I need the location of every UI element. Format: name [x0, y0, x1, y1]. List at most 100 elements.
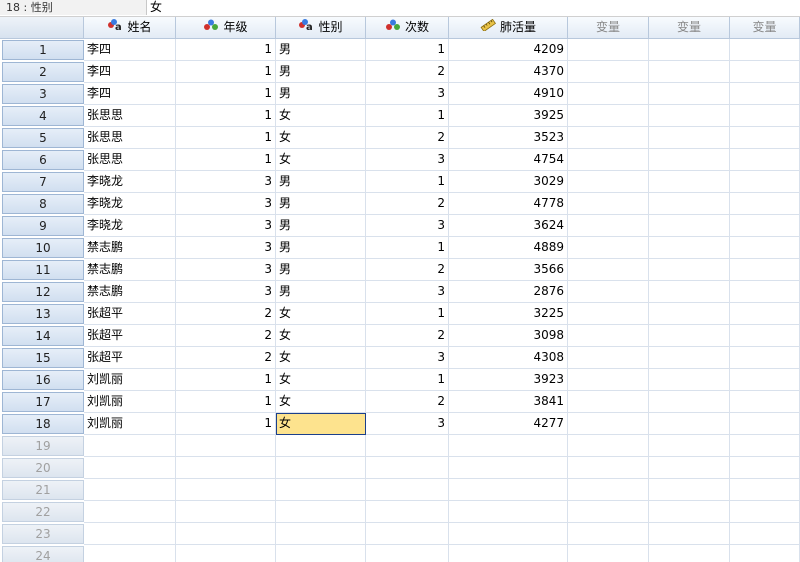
- data-cell[interactable]: 男: [276, 171, 366, 193]
- data-cell[interactable]: [568, 83, 649, 105]
- data-cell[interactable]: [649, 127, 730, 149]
- data-cell[interactable]: 3: [176, 237, 276, 259]
- row-header[interactable]: 19: [2, 436, 84, 456]
- row-header[interactable]: 3: [2, 84, 84, 104]
- data-cell[interactable]: 1: [366, 369, 449, 391]
- row-header[interactable]: 24: [2, 546, 84, 562]
- data-cell[interactable]: 2: [366, 193, 449, 215]
- data-cell[interactable]: [568, 281, 649, 303]
- data-cell[interactable]: [649, 193, 730, 215]
- data-cell[interactable]: [366, 479, 449, 501]
- data-cell[interactable]: 1: [176, 39, 276, 61]
- data-cell[interactable]: 男: [276, 237, 366, 259]
- data-cell[interactable]: [730, 501, 800, 523]
- row-header[interactable]: 9: [2, 216, 84, 236]
- data-cell[interactable]: [568, 369, 649, 391]
- data-cell[interactable]: 张超平: [84, 303, 176, 325]
- row-header[interactable]: 1: [2, 40, 84, 60]
- data-cell[interactable]: 3523: [449, 127, 568, 149]
- data-cell[interactable]: [649, 171, 730, 193]
- data-cell[interactable]: [176, 435, 276, 457]
- data-cell[interactable]: 3841: [449, 391, 568, 413]
- data-cell[interactable]: 4370: [449, 61, 568, 83]
- row-header[interactable]: 5: [2, 128, 84, 148]
- data-cell[interactable]: 禁志鹏: [84, 237, 176, 259]
- data-cell[interactable]: 3: [176, 259, 276, 281]
- data-cell[interactable]: [568, 61, 649, 83]
- data-cell[interactable]: [176, 479, 276, 501]
- data-cell[interactable]: [449, 479, 568, 501]
- data-cell[interactable]: 男: [276, 193, 366, 215]
- data-cell[interactable]: 3: [176, 193, 276, 215]
- row-header[interactable]: 7: [2, 172, 84, 192]
- data-cell[interactable]: 1: [176, 369, 276, 391]
- data-cell[interactable]: 3029: [449, 171, 568, 193]
- data-cell[interactable]: 3923: [449, 369, 568, 391]
- row-header[interactable]: 8: [2, 194, 84, 214]
- data-cell[interactable]: [568, 545, 649, 562]
- data-cell[interactable]: 2: [176, 303, 276, 325]
- data-cell[interactable]: [449, 545, 568, 562]
- data-cell[interactable]: 女: [276, 149, 366, 171]
- data-cell[interactable]: [366, 545, 449, 562]
- row-header[interactable]: 22: [2, 502, 84, 522]
- data-cell[interactable]: [449, 435, 568, 457]
- data-cell[interactable]: 李四: [84, 83, 176, 105]
- data-cell[interactable]: [730, 171, 800, 193]
- data-cell[interactable]: [649, 545, 730, 562]
- row-header[interactable]: 10: [2, 238, 84, 258]
- data-cell[interactable]: 1: [366, 39, 449, 61]
- data-cell[interactable]: [730, 545, 800, 562]
- data-cell[interactable]: 1: [366, 105, 449, 127]
- data-cell[interactable]: [276, 435, 366, 457]
- data-cell[interactable]: [176, 545, 276, 562]
- data-cell[interactable]: [568, 435, 649, 457]
- data-cell[interactable]: [276, 457, 366, 479]
- data-cell[interactable]: 4308: [449, 347, 568, 369]
- data-cell[interactable]: [730, 39, 800, 61]
- data-cell[interactable]: [730, 237, 800, 259]
- data-cell[interactable]: [730, 61, 800, 83]
- data-cell[interactable]: [366, 457, 449, 479]
- data-cell[interactable]: [649, 259, 730, 281]
- data-cell[interactable]: 女: [276, 303, 366, 325]
- data-cell[interactable]: 3: [176, 215, 276, 237]
- data-cell[interactable]: 4910: [449, 83, 568, 105]
- data-cell[interactable]: [730, 303, 800, 325]
- data-cell[interactable]: [568, 523, 649, 545]
- column-header-var-6[interactable]: 变量: [649, 17, 730, 39]
- cell-reference[interactable]: 18 : 性别: [0, 0, 147, 15]
- data-cell[interactable]: [366, 523, 449, 545]
- data-cell[interactable]: 1: [176, 61, 276, 83]
- data-cell[interactable]: [276, 545, 366, 562]
- data-cell[interactable]: 女: [276, 127, 366, 149]
- row-header[interactable]: 20: [2, 458, 84, 478]
- row-header[interactable]: 23: [2, 524, 84, 544]
- data-cell[interactable]: [568, 303, 649, 325]
- row-header[interactable]: 12: [2, 282, 84, 302]
- data-cell[interactable]: 女: [276, 391, 366, 413]
- data-cell[interactable]: [84, 545, 176, 562]
- data-cell[interactable]: [730, 105, 800, 127]
- data-cell[interactable]: 1: [366, 237, 449, 259]
- data-cell[interactable]: 禁志鹏: [84, 281, 176, 303]
- data-cell[interactable]: 3: [366, 215, 449, 237]
- data-cell[interactable]: [568, 479, 649, 501]
- data-cell[interactable]: [730, 369, 800, 391]
- data-cell[interactable]: 3925: [449, 105, 568, 127]
- data-cell[interactable]: [649, 215, 730, 237]
- data-cell[interactable]: [649, 105, 730, 127]
- data-cell[interactable]: 男: [276, 83, 366, 105]
- data-cell[interactable]: [366, 435, 449, 457]
- column-header-肺活量[interactable]: 肺活量: [449, 17, 568, 39]
- data-cell[interactable]: 3: [366, 413, 449, 435]
- data-cell[interactable]: 张思思: [84, 105, 176, 127]
- data-cell[interactable]: [276, 501, 366, 523]
- data-cell[interactable]: [568, 39, 649, 61]
- row-header[interactable]: 4: [2, 106, 84, 126]
- column-header-次数[interactable]: 次数: [366, 17, 449, 39]
- data-cell[interactable]: [568, 149, 649, 171]
- row-header[interactable]: 11: [2, 260, 84, 280]
- data-cell[interactable]: 张思思: [84, 149, 176, 171]
- data-cell[interactable]: [568, 127, 649, 149]
